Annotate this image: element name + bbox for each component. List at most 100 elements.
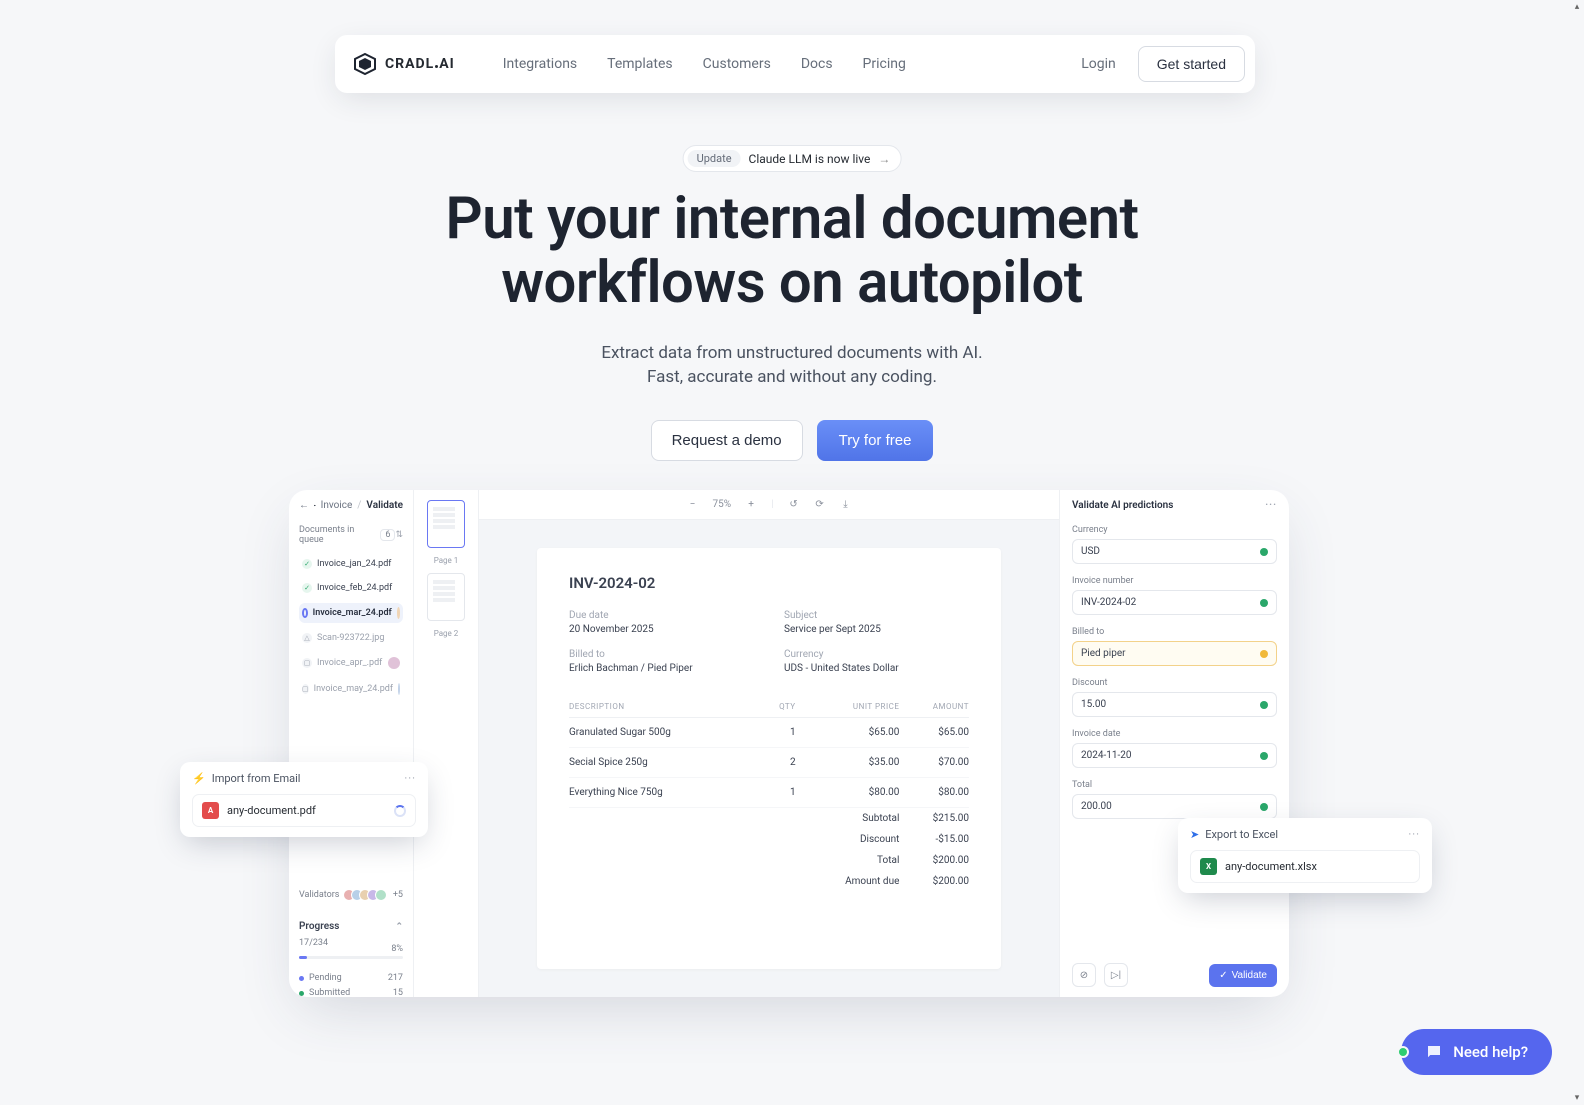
validators-more: +5 <box>393 890 403 900</box>
validate-button[interactable]: ✓Validate <box>1209 964 1277 987</box>
chevron-up-icon: ⌃ <box>395 922 403 932</box>
file-item[interactable]: ✓Invoice_jan_24.pdf <box>299 555 403 573</box>
field-currency[interactable]: USD <box>1072 539 1277 564</box>
field-label: Billed to <box>1072 627 1277 637</box>
zoom-in-icon[interactable]: + <box>745 499 757 511</box>
get-started-button[interactable]: Get started <box>1138 46 1245 82</box>
nav-link-integrations[interactable]: Integrations <box>503 56 577 72</box>
check-icon: ✓ <box>302 583 312 593</box>
breadcrumb: ← Invoice/Validate <box>299 500 403 511</box>
nav-right: Login Get started <box>1081 46 1245 82</box>
page-thumb-2[interactable] <box>427 573 465 621</box>
import-filename: any-document.pdf <box>227 804 316 817</box>
stat-list: Pending217 Submitted15 Discarded2 <box>299 973 403 997</box>
field-discount[interactable]: 15.00 <box>1072 692 1277 717</box>
avatar <box>375 889 387 901</box>
meta-label: Currency <box>784 649 969 660</box>
product-preview: ← Invoice/Validate Documents in queue 6 … <box>289 490 1289 997</box>
field-label: Currency <box>1072 525 1277 535</box>
progress-header[interactable]: Progress⌃ <box>299 921 403 932</box>
file-item-active[interactable]: Invoice_mar_24.pdf <box>299 603 403 623</box>
meta-label: Subject <box>784 610 969 621</box>
nav-links: Integrations Templates Customers Docs Pr… <box>503 56 906 72</box>
status-online-icon <box>1397 1046 1409 1058</box>
request-demo-button[interactable]: Request a demo <box>651 420 803 461</box>
avatar <box>397 607 400 619</box>
more-icon[interactable]: ··· <box>1265 500 1277 511</box>
field-invoice-date[interactable]: 2024-11-20 <box>1072 743 1277 768</box>
back-icon[interactable]: ← <box>299 500 309 511</box>
file-item[interactable]: △Scan-923722.jpg <box>299 629 403 647</box>
brand-name: CRADLAI <box>385 56 455 72</box>
app-icon <box>314 500 316 511</box>
update-banner[interactable]: Update Claude LLM is now live → <box>683 145 902 172</box>
nav-link-templates[interactable]: Templates <box>607 56 673 72</box>
progress-pct: 8% <box>391 944 403 954</box>
try-free-button[interactable]: Try for free <box>817 420 934 461</box>
export-card: ➤Export to Excel··· Xany-document.xlsx <box>1178 818 1432 893</box>
field-total[interactable]: 200.00 <box>1072 794 1277 819</box>
muted-icon: ▢ <box>302 658 312 668</box>
summary-row: Total$200.00 <box>569 850 969 871</box>
field-value: 2024-11-20 <box>1081 750 1132 761</box>
field-value: 15.00 <box>1081 699 1106 710</box>
refresh-icon[interactable]: ⟳ <box>814 499 826 511</box>
status-ok-icon <box>1260 803 1268 811</box>
invoice-number: INV-2024-02 <box>569 574 969 592</box>
meta-label: Due date <box>569 610 754 621</box>
stat-submitted: Submitted15 <box>299 988 403 997</box>
field-billed-to[interactable]: Pied piper <box>1072 641 1277 666</box>
hero: Put your internal documentworkflows on a… <box>342 188 1242 461</box>
hero-title: Put your internal documentworkflows on a… <box>342 188 1242 316</box>
field-label: Total <box>1072 780 1277 790</box>
file-sidebar: ← Invoice/Validate Documents in queue 6 … <box>289 490 414 997</box>
skip-button[interactable]: ▷| <box>1104 963 1128 987</box>
import-header: ⚡Import from Email··· <box>192 772 416 785</box>
muted-icon: ▢ <box>302 684 309 694</box>
field-value: Pied piper <box>1081 648 1126 659</box>
discard-button[interactable]: ⊘ <box>1072 963 1096 987</box>
status-ok-icon <box>1260 752 1268 760</box>
nav-login[interactable]: Login <box>1081 56 1116 72</box>
crumb-invoice[interactable]: Invoice <box>321 500 353 511</box>
field-invoice-number[interactable]: INV-2024-02 <box>1072 590 1277 615</box>
export-filename: any-document.xlsx <box>1225 860 1317 873</box>
file-item[interactable]: ▢ Invoice_may_24.pdf <box>299 679 403 699</box>
avatar-stack <box>347 889 387 901</box>
nav-link-customers[interactable]: Customers <box>703 56 771 72</box>
avatar <box>398 683 400 695</box>
more-icon[interactable]: ··· <box>1408 828 1420 841</box>
zoom-out-icon[interactable]: − <box>686 499 698 511</box>
status-warn-icon <box>1260 650 1268 658</box>
more-icon[interactable]: ··· <box>404 772 416 785</box>
filter-icon[interactable]: ⇅ <box>395 530 403 540</box>
predictions-actions: ⊘ ▷| ✓Validate <box>1072 955 1277 987</box>
file-name: Invoice_may_24.pdf <box>314 684 393 694</box>
field-value: INV-2024-02 <box>1081 597 1136 608</box>
import-title: Import from Email <box>212 772 301 785</box>
brand-logo[interactable]: CRADLAI <box>353 52 455 76</box>
rotate-icon[interactable]: ↺ <box>788 499 800 511</box>
nav-link-pricing[interactable]: Pricing <box>863 56 906 72</box>
logo-icon <box>353 52 377 76</box>
nav-link-docs[interactable]: Docs <box>801 56 833 72</box>
file-item[interactable]: ✓Invoice_feb_24.pdf <box>299 579 403 597</box>
page-scrollbar: ▴▾ <box>1570 0 1584 1105</box>
viewer-toolbar: − 75% + | ↺ ⟳ ⤓ <box>479 490 1059 520</box>
crumb-validate: Validate <box>366 500 403 511</box>
download-icon[interactable]: ⤓ <box>840 499 852 511</box>
file-name: Scan-923722.jpg <box>317 633 384 643</box>
help-widget[interactable]: Need help? <box>1401 1029 1552 1075</box>
validators-label: Validators <box>299 890 339 900</box>
invoice-document: INV-2024-02 Due date20 November 2025 Sub… <box>537 548 1001 969</box>
col-amount: AMOUNT <box>899 696 969 718</box>
file-list: ✓Invoice_jan_24.pdf ✓Invoice_feb_24.pdf … <box>299 555 403 699</box>
page-thumb-1[interactable] <box>427 500 465 548</box>
file-name: Invoice_mar_24.pdf <box>313 608 392 618</box>
summary-row: Subtotal$215.00 <box>569 808 969 830</box>
import-file[interactable]: Aany-document.pdf <box>192 794 416 827</box>
file-item[interactable]: ▢Invoice_apr_.pdf <box>299 653 403 673</box>
meta-label: Billed to <box>569 649 754 660</box>
queue-header: Documents in queue 6 ⇅ <box>299 525 403 545</box>
export-file[interactable]: Xany-document.xlsx <box>1190 850 1420 883</box>
